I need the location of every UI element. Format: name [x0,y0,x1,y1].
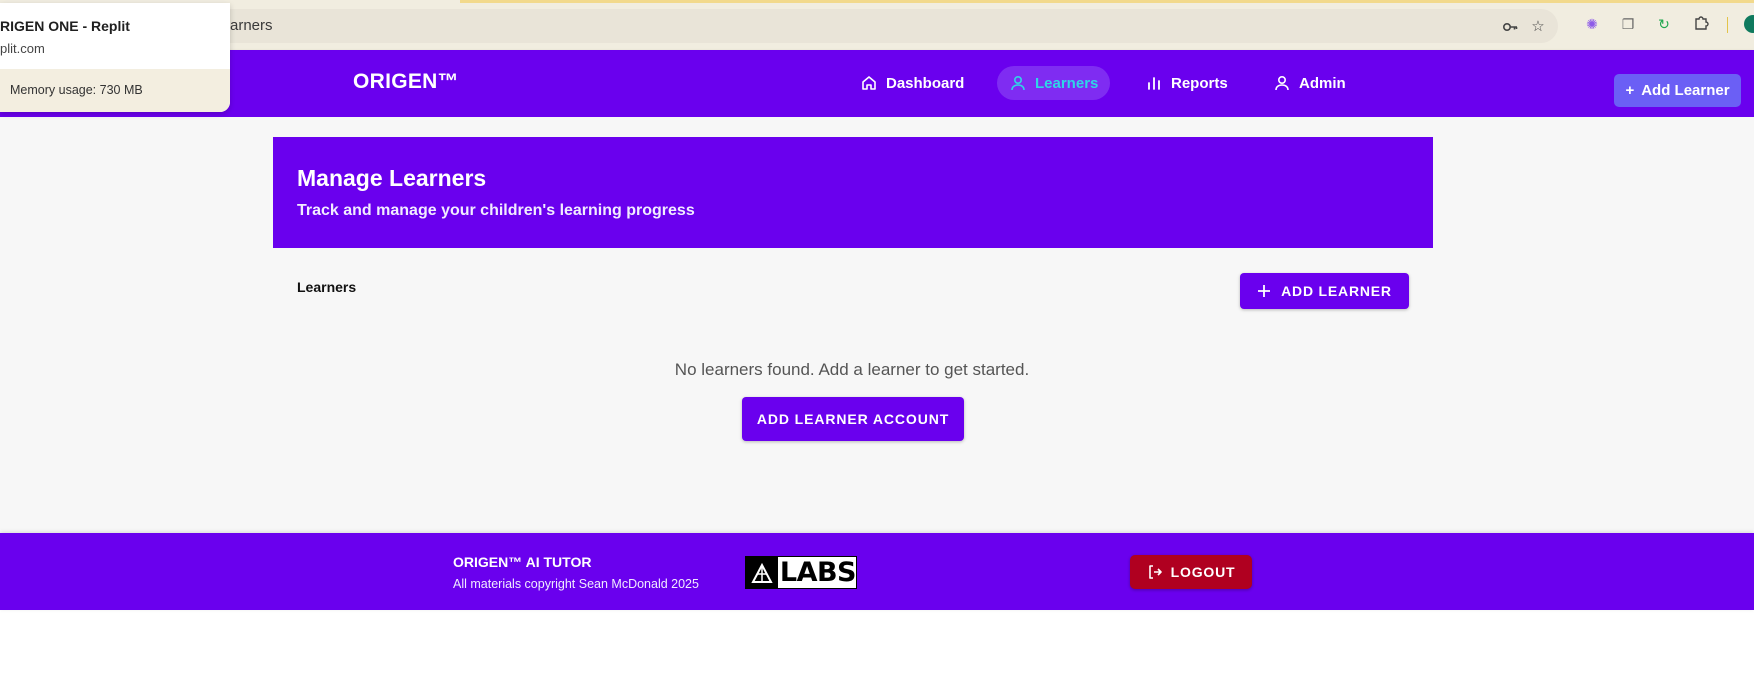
user-icon [1011,75,1025,91]
app-logo[interactable]: ORIGEN™ [353,70,459,94]
toolbar-divider [1727,17,1728,33]
extension-icon[interactable]: ✺ [1583,15,1601,33]
puzzle-icon[interactable] [1692,15,1710,33]
toolbar-accent [460,0,1754,3]
page-title: Manage Learners [297,165,487,191]
app-footer: ORIGEN™ AI TUTOR All materials copyright… [0,533,1754,610]
key-icon[interactable] [1501,18,1519,36]
logout-label: LOGOUT [1170,564,1236,580]
nav-admin-label: Admin [1299,74,1346,92]
add-learner-button[interactable]: ADD LEARNER [1240,273,1409,309]
address-bar-text[interactable]: arners [230,17,273,34]
memory-usage-text: Memory usage: 730 MB [10,83,143,97]
add-learner-label: ADD LEARNER [1281,283,1392,299]
tab-hover-card: RIGEN ONE - Replit plit.com Memory usage… [0,3,230,112]
header-add-learner-label: Add Learner [1641,82,1730,99]
refresh-icon[interactable]: ↻ [1655,15,1673,33]
labs-logo: LABS [745,556,857,589]
footer-copyright: All materials copyright Sean McDonald 20… [453,577,699,591]
nav-admin[interactable]: Admin [1261,66,1358,100]
user-icon [1275,75,1289,91]
main-content: Manage Learners Track and manage your ch… [0,117,1754,533]
footer-title: ORIGEN™ AI TUTOR [453,554,592,570]
bar-chart-icon [1148,77,1160,90]
nav-learners-label: Learners [1035,74,1099,92]
learners-section-label: Learners [297,279,357,295]
nav-learners[interactable]: Learners [997,66,1111,100]
logout-button[interactable]: LOGOUT [1130,555,1252,589]
labs-logo-text: LABS [779,557,857,588]
hover-card-title: RIGEN ONE - Replit [0,18,130,34]
labs-mark-icon [746,557,778,588]
copy-icon[interactable]: ❐ [1619,15,1637,33]
profile-avatar[interactable] [1744,15,1754,33]
app-header: ORIGEN™ Dashboard Learners Reports Admin… [0,50,1754,117]
star-icon[interactable]: ☆ [1529,18,1547,36]
page-hero: Manage Learners Track and manage your ch… [273,137,1433,248]
home-icon [862,76,876,90]
nav-dashboard-label: Dashboard [886,74,965,92]
plus-icon [1258,285,1271,297]
nav-dashboard[interactable]: Dashboard [848,66,976,100]
logout-icon [1148,565,1162,579]
nav-reports-label: Reports [1171,74,1228,92]
header-add-learner-button[interactable]: + Add Learner [1614,74,1741,107]
browser-toolbar: arners ☆ ✺ ❐ ↻ [0,0,1754,50]
hover-card-memory: Memory usage: 730 MB [0,69,230,112]
page-subtitle: Track and manage your children's learnin… [297,202,695,219]
nav-reports[interactable]: Reports [1133,66,1240,100]
add-learner-account-button[interactable]: ADD LEARNER ACCOUNT [742,397,964,441]
hover-card-url: plit.com [0,41,45,56]
address-bar[interactable]: arners ☆ [160,9,1558,43]
empty-state-message: No learners found. Add a learner to get … [674,360,1030,379]
plus-icon: + [1625,82,1635,99]
